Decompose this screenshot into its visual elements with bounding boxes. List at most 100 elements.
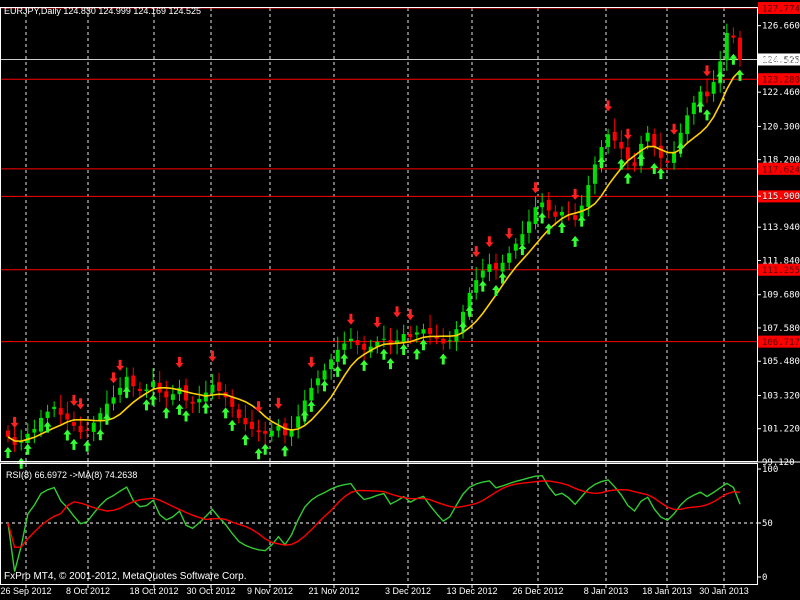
bear-candle [428, 327, 433, 334]
y-tick-label: 99.120 [762, 458, 795, 468]
bull-candle [170, 394, 175, 400]
bear-candle [494, 262, 498, 270]
main-panel-border [0, 7, 758, 462]
bear-candle [85, 429, 90, 431]
bull-candle [487, 264, 492, 272]
bull-candle [606, 134, 611, 148]
buy-arrow-icon [412, 348, 421, 360]
bull-candle [144, 389, 149, 392]
level-price-label: 127.774 [762, 5, 800, 15]
buy-arrow-icon [280, 445, 289, 457]
bull-candle [586, 185, 591, 207]
chart-canvas[interactable]: 127.774123.280117.624115.883111.255106.7… [0, 0, 800, 600]
bear-candle [362, 343, 367, 350]
bear-candle [217, 382, 222, 392]
bear-candle [164, 391, 169, 398]
sell-arrow-icon [604, 100, 613, 112]
buy-arrow-icon [241, 434, 250, 446]
level-price-label: 123.280 [762, 76, 800, 86]
bull-candle [32, 429, 37, 433]
y-tick-label: 109.680 [762, 291, 800, 301]
buy-arrow-icon [228, 419, 237, 431]
bull-candle [513, 243, 518, 251]
chart-window: 127.774 123.280 117.624 115.883 111.255 106.7… [0, 0, 800, 600]
horizontal-levels-layer: 127.774123.280117.624115.883111.255106.7… [0, 2, 800, 348]
sell-arrow-icon [393, 306, 402, 318]
bear-candle [6, 430, 10, 437]
buy-arrow-icon [419, 339, 428, 351]
bear-candle [256, 430, 261, 433]
bear-candle [190, 401, 195, 404]
bear-candle [58, 408, 63, 415]
buy-arrow-icon [716, 71, 725, 83]
bear-candle [573, 215, 578, 220]
bear-candle [632, 162, 637, 167]
y-tick-label: 113.940 [762, 223, 800, 233]
buy-arrow-icon [557, 221, 566, 233]
moving-average-line [7, 70, 741, 443]
bear-candle [131, 375, 136, 387]
sell-arrow-icon [116, 359, 125, 371]
bull-candle [381, 338, 386, 340]
sell-arrow-icon [485, 236, 494, 248]
bull-candle [414, 332, 419, 335]
bear-candle [731, 35, 736, 38]
buy-arrow-icon [142, 399, 151, 411]
copyright-footer: FxPro MT4, © 2001-2012, MetaQuotes Softw… [4, 571, 246, 582]
bear-candle [65, 413, 70, 420]
bear-candle [78, 425, 83, 433]
bear-candle [441, 338, 446, 344]
bull-candle [309, 387, 314, 401]
bull-candle [348, 338, 353, 341]
buy-arrow-icon [538, 212, 547, 224]
bear-candle [705, 91, 710, 97]
level-price-label: 111.255 [762, 266, 800, 276]
sell-arrow-icon [10, 416, 19, 428]
bear-candle [243, 417, 248, 425]
bear-candle [236, 409, 241, 418]
buy-arrow-icon [571, 235, 580, 247]
sell-arrow-icon [175, 356, 184, 368]
bull-candle [559, 211, 564, 216]
y-tick-label: 118.200 [762, 156, 800, 166]
buy-arrow-icon [637, 153, 646, 165]
sell-arrow-icon [109, 372, 118, 384]
bull-candle [401, 333, 406, 343]
bull-candle [421, 329, 426, 334]
bull-candle [540, 202, 545, 208]
buy-arrow-icon [333, 365, 342, 377]
moving-average-layer [7, 70, 741, 443]
bear-candle [137, 388, 142, 392]
buy-arrow-icon [379, 348, 388, 360]
sell-arrow-icon [254, 401, 263, 413]
bear-candle [263, 430, 268, 434]
symbol-header: EURJPY,Daily 124.830 124.999 124.169 124… [4, 6, 201, 16]
buy-arrow-icon [83, 440, 92, 452]
bear-candle [619, 141, 624, 149]
sell-arrow-icon [373, 316, 382, 328]
bear-candle [553, 211, 558, 217]
bull-candle [45, 411, 50, 418]
bull-candle [711, 82, 716, 94]
y-tick-label: 124.460 [762, 57, 800, 67]
bull-candle [645, 132, 650, 142]
bull-candle [197, 398, 202, 403]
buy-arrow-icon [340, 353, 349, 365]
bull-candle [685, 115, 690, 135]
sell-arrow-icon [208, 350, 217, 362]
rsi-ma-line [7, 480, 741, 549]
rsi-y-tick-label: 0 [762, 573, 767, 583]
bull-candle [533, 207, 538, 225]
sell-arrow-icon [571, 188, 580, 200]
buy-arrow-icon [360, 359, 369, 371]
bear-candle [652, 134, 657, 148]
buy-arrow-icon [307, 400, 316, 412]
buy-arrow-icon [162, 407, 171, 419]
bull-candle [329, 359, 334, 370]
buy-arrow-icon [399, 343, 408, 355]
buy-arrow-icon [96, 429, 105, 441]
bull-candle [447, 340, 452, 342]
bull-candle [520, 234, 525, 245]
buy-arrow-icon [597, 157, 606, 169]
buy-arrow-icon [623, 172, 632, 184]
